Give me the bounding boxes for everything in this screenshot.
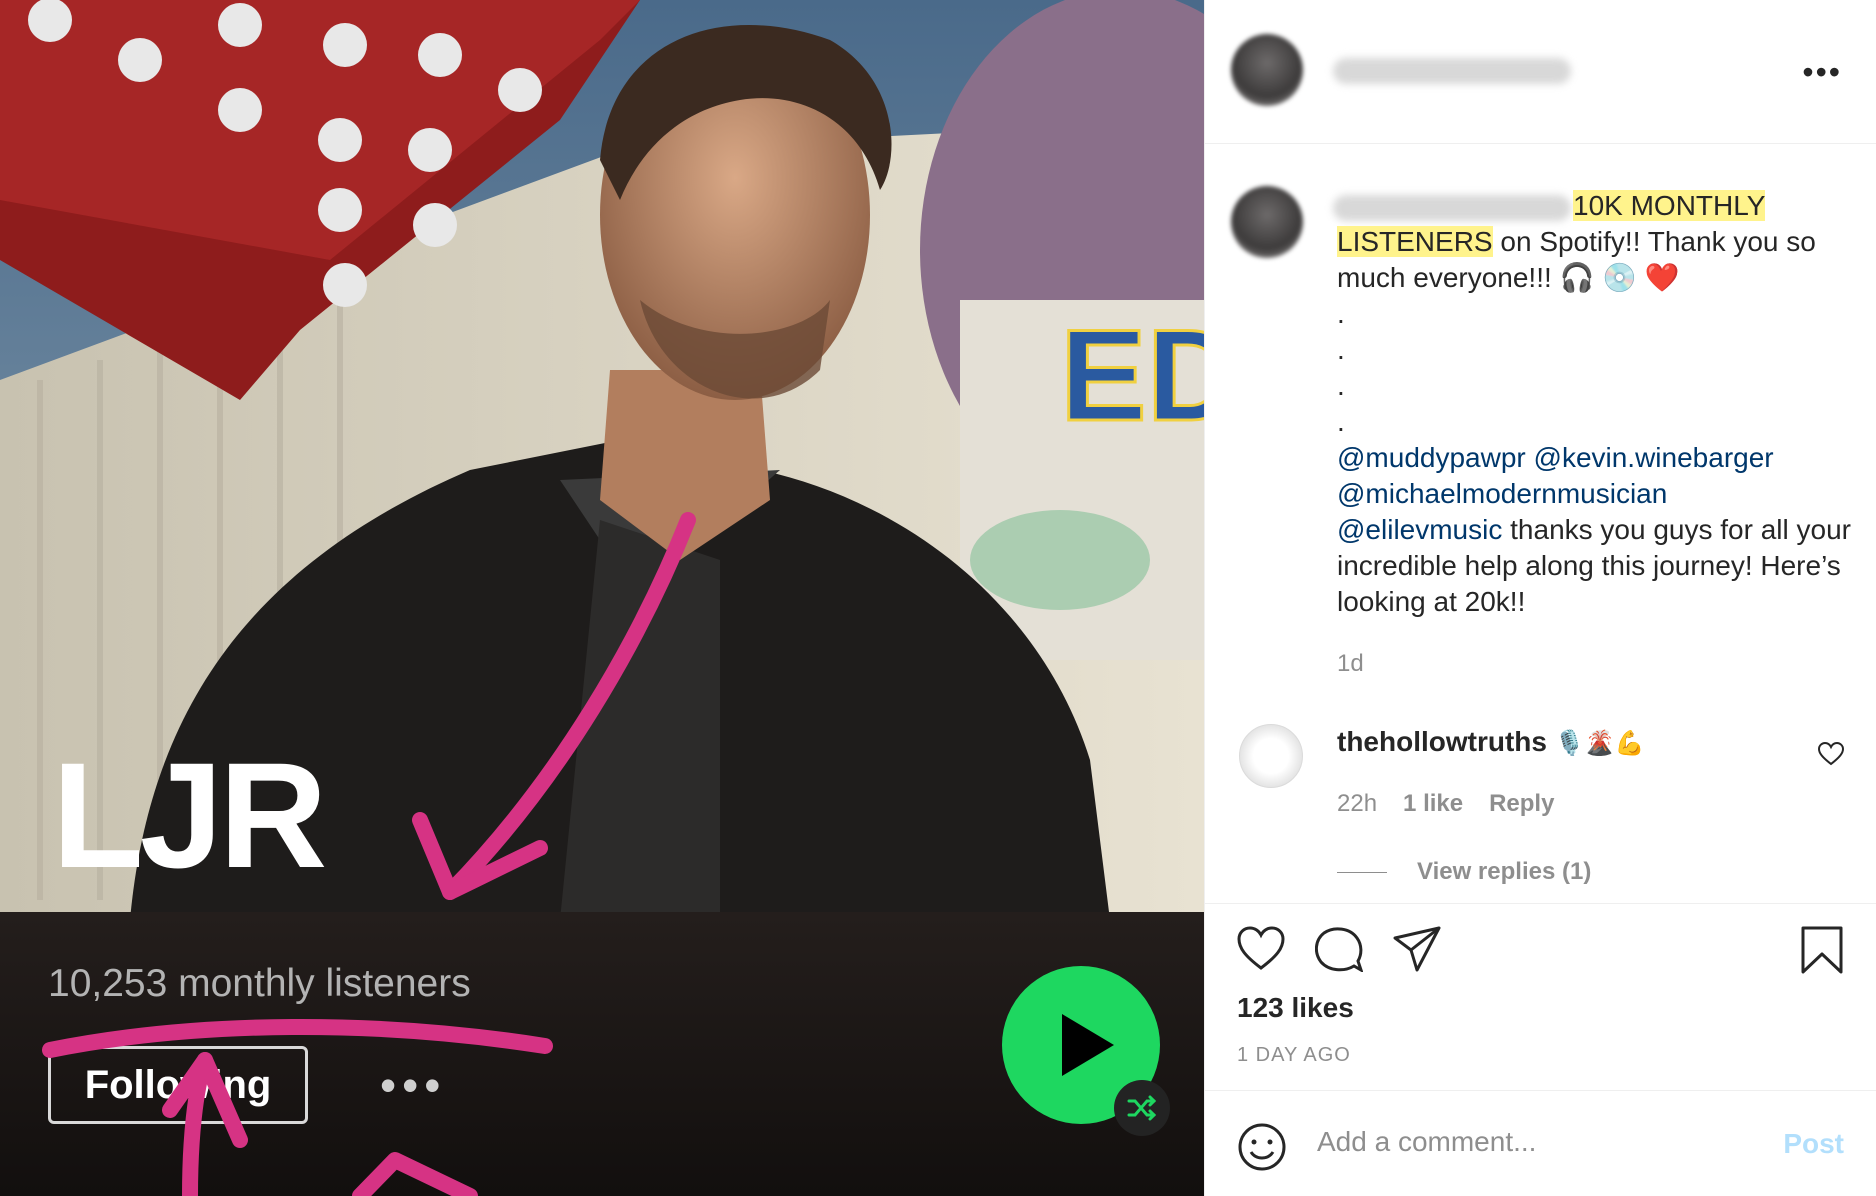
post-caption: 10K MONTHLY LISTENERS on Spotify!! Thank… [1337, 188, 1857, 620]
commenter-avatar[interactable] [1239, 724, 1303, 788]
post-sidebar: ••• 10K MONTHLY LISTENERS on Spotify!! T… [1204, 0, 1876, 1196]
post-date[interactable]: 1 DAY AGO [1237, 1044, 1351, 1067]
shuffle-icon [1127, 1095, 1157, 1121]
play-icon [1062, 1014, 1114, 1076]
heart-icon[interactable] [1818, 742, 1844, 766]
monthly-listeners: 10,253 monthly listeners [48, 962, 471, 1005]
more-options-icon[interactable]: ••• [1802, 56, 1842, 88]
comment-body: thehollowtruths 🎙️🌋💪 [1337, 726, 1644, 758]
view-replies-label: View replies (1) [1417, 858, 1592, 885]
likes-count[interactable]: 123 likes [1237, 992, 1354, 1024]
comment-icon[interactable] [1315, 926, 1363, 972]
mention-link[interactable]: @muddypawpr [1337, 442, 1526, 473]
divider [1205, 143, 1876, 144]
caption-dot: . [1337, 370, 1345, 401]
emoji-icon[interactable] [1237, 1122, 1287, 1172]
svg-text:ED: ED [1060, 302, 1204, 448]
author-username[interactable] [1333, 58, 1571, 84]
post-image[interactable]: ED LJR 10,253 monthly listeners Followin… [0, 0, 1204, 1196]
more-options-dots[interactable]: ••• [380, 1062, 446, 1108]
caption-dot: . [1337, 334, 1345, 365]
caption-time[interactable]: 1d [1337, 650, 1364, 678]
comment-time[interactable]: 22h [1337, 790, 1377, 818]
mention-link[interactable]: @elilevmusic [1337, 514, 1502, 545]
following-button[interactable]: Following [48, 1046, 308, 1124]
bookmark-icon[interactable] [1801, 926, 1843, 974]
replies-line [1337, 871, 1387, 873]
view-replies-button[interactable]: View replies (1) [1337, 858, 1591, 886]
caption-avatar[interactable] [1231, 186, 1303, 258]
artist-name: LJR [52, 731, 327, 899]
divider [1205, 1090, 1876, 1091]
post-comment-button[interactable]: Post [1783, 1128, 1844, 1160]
mention-link[interactable]: @michaelmodernmusician [1337, 478, 1667, 509]
caption-dot: . [1337, 406, 1345, 437]
share-icon[interactable] [1393, 926, 1441, 972]
commenter-username[interactable]: thehollowtruths [1337, 726, 1547, 757]
add-comment-input[interactable] [1317, 1126, 1757, 1158]
author-avatar[interactable] [1231, 34, 1303, 106]
caption-dot: . [1337, 298, 1345, 329]
comment-meta: 22h 1 like Reply [1337, 790, 1554, 818]
comment-likes[interactable]: 1 like [1403, 790, 1463, 818]
heart-icon[interactable] [1237, 926, 1285, 972]
comment-text: 🎙️🌋💪 [1554, 730, 1645, 757]
shuffle-button[interactable] [1114, 1080, 1170, 1136]
mention-link[interactable]: @kevin.winebarger [1534, 442, 1774, 473]
comment-reply-button[interactable]: Reply [1489, 790, 1554, 818]
divider [1205, 903, 1876, 904]
